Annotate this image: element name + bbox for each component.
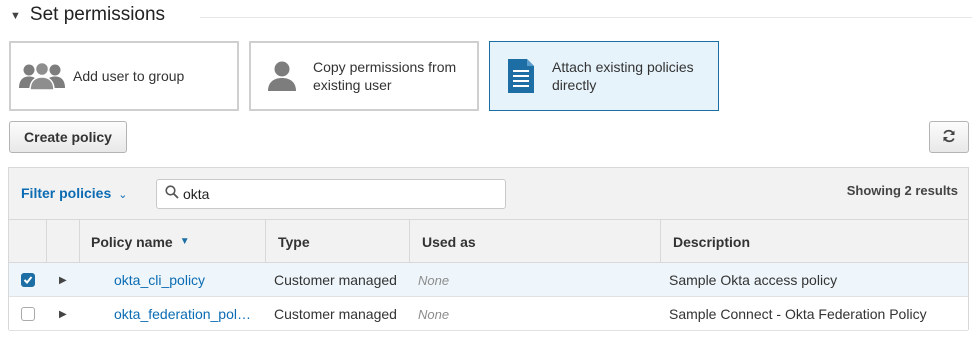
section-header[interactable]: ▼ Set permissions: [10, 4, 165, 26]
expand-row-icon[interactable]: ▶: [59, 275, 67, 286]
policies-table-panel: Filter policies ⌄ okta Showing 2 results…: [8, 167, 969, 331]
column-policy-name[interactable]: Policy name ▼: [79, 220, 265, 263]
search-input[interactable]: okta: [156, 179, 506, 209]
table-row[interactable]: ▶ okta_cli_policy Customer managed None …: [9, 263, 968, 297]
policy-name-link[interactable]: okta_federation_pol…: [114, 297, 264, 331]
row-checkbox[interactable]: [21, 307, 35, 321]
policy-type: Customer managed: [274, 272, 397, 288]
sort-desc-icon[interactable]: ▼: [180, 236, 190, 247]
caret-down-icon[interactable]: ▼: [10, 10, 21, 22]
option-label: Add user to group: [73, 68, 185, 84]
column-label: Policy name: [91, 233, 173, 250]
policy-type: Customer managed: [274, 306, 397, 322]
expand-row-icon[interactable]: ▶: [59, 309, 67, 320]
option-label: Copy permissions from existing user: [313, 59, 457, 93]
results-count: Showing 2 results: [846, 183, 958, 198]
column-used-as[interactable]: Used as: [409, 220, 660, 263]
search-icon: [165, 184, 179, 204]
option-copy-permissions[interactable]: Copy permissions from existing user: [249, 41, 479, 111]
users-group-icon: [11, 61, 73, 91]
expand-column: [46, 220, 79, 263]
divider: [200, 17, 972, 18]
policy-name-link[interactable]: okta_cli_policy: [114, 263, 264, 297]
chevron-down-icon: ⌄: [118, 188, 128, 201]
column-label: Description: [673, 233, 751, 250]
filter-label: Filter policies: [21, 185, 112, 201]
search-value: okta: [183, 186, 210, 202]
refresh-icon: [942, 129, 956, 146]
policy-used-as: None: [418, 272, 450, 288]
policy-description: Sample Connect - Okta Federation Policy: [669, 306, 927, 322]
column-description[interactable]: Description: [660, 220, 968, 263]
column-label: Type: [278, 233, 310, 250]
table-header: Policy name ▼ Type Used as Description: [9, 220, 968, 263]
table-row[interactable]: ▶ okta_federation_pol… Customer managed …: [9, 297, 968, 331]
refresh-button[interactable]: [929, 121, 969, 153]
filter-bar: Filter policies ⌄ okta Showing 2 results: [9, 168, 968, 220]
row-checkbox[interactable]: [21, 273, 35, 287]
policy-used-as: None: [418, 306, 450, 322]
create-policy-button[interactable]: Create policy: [9, 121, 127, 153]
option-attach-policies[interactable]: Attach existing policies directly: [489, 41, 719, 111]
section-title: Set permissions: [29, 4, 166, 25]
user-icon: [251, 60, 313, 92]
filter-policies-dropdown[interactable]: Filter policies ⌄: [21, 185, 127, 201]
option-label: Attach existing policies directly: [552, 59, 694, 93]
select-all-column: [9, 220, 46, 263]
column-type[interactable]: Type: [265, 220, 409, 263]
document-icon: [490, 57, 552, 95]
column-label: Used as: [422, 233, 476, 250]
option-add-user-to-group[interactable]: Add user to group: [9, 41, 239, 111]
policy-description: Sample Okta access policy: [669, 272, 838, 288]
